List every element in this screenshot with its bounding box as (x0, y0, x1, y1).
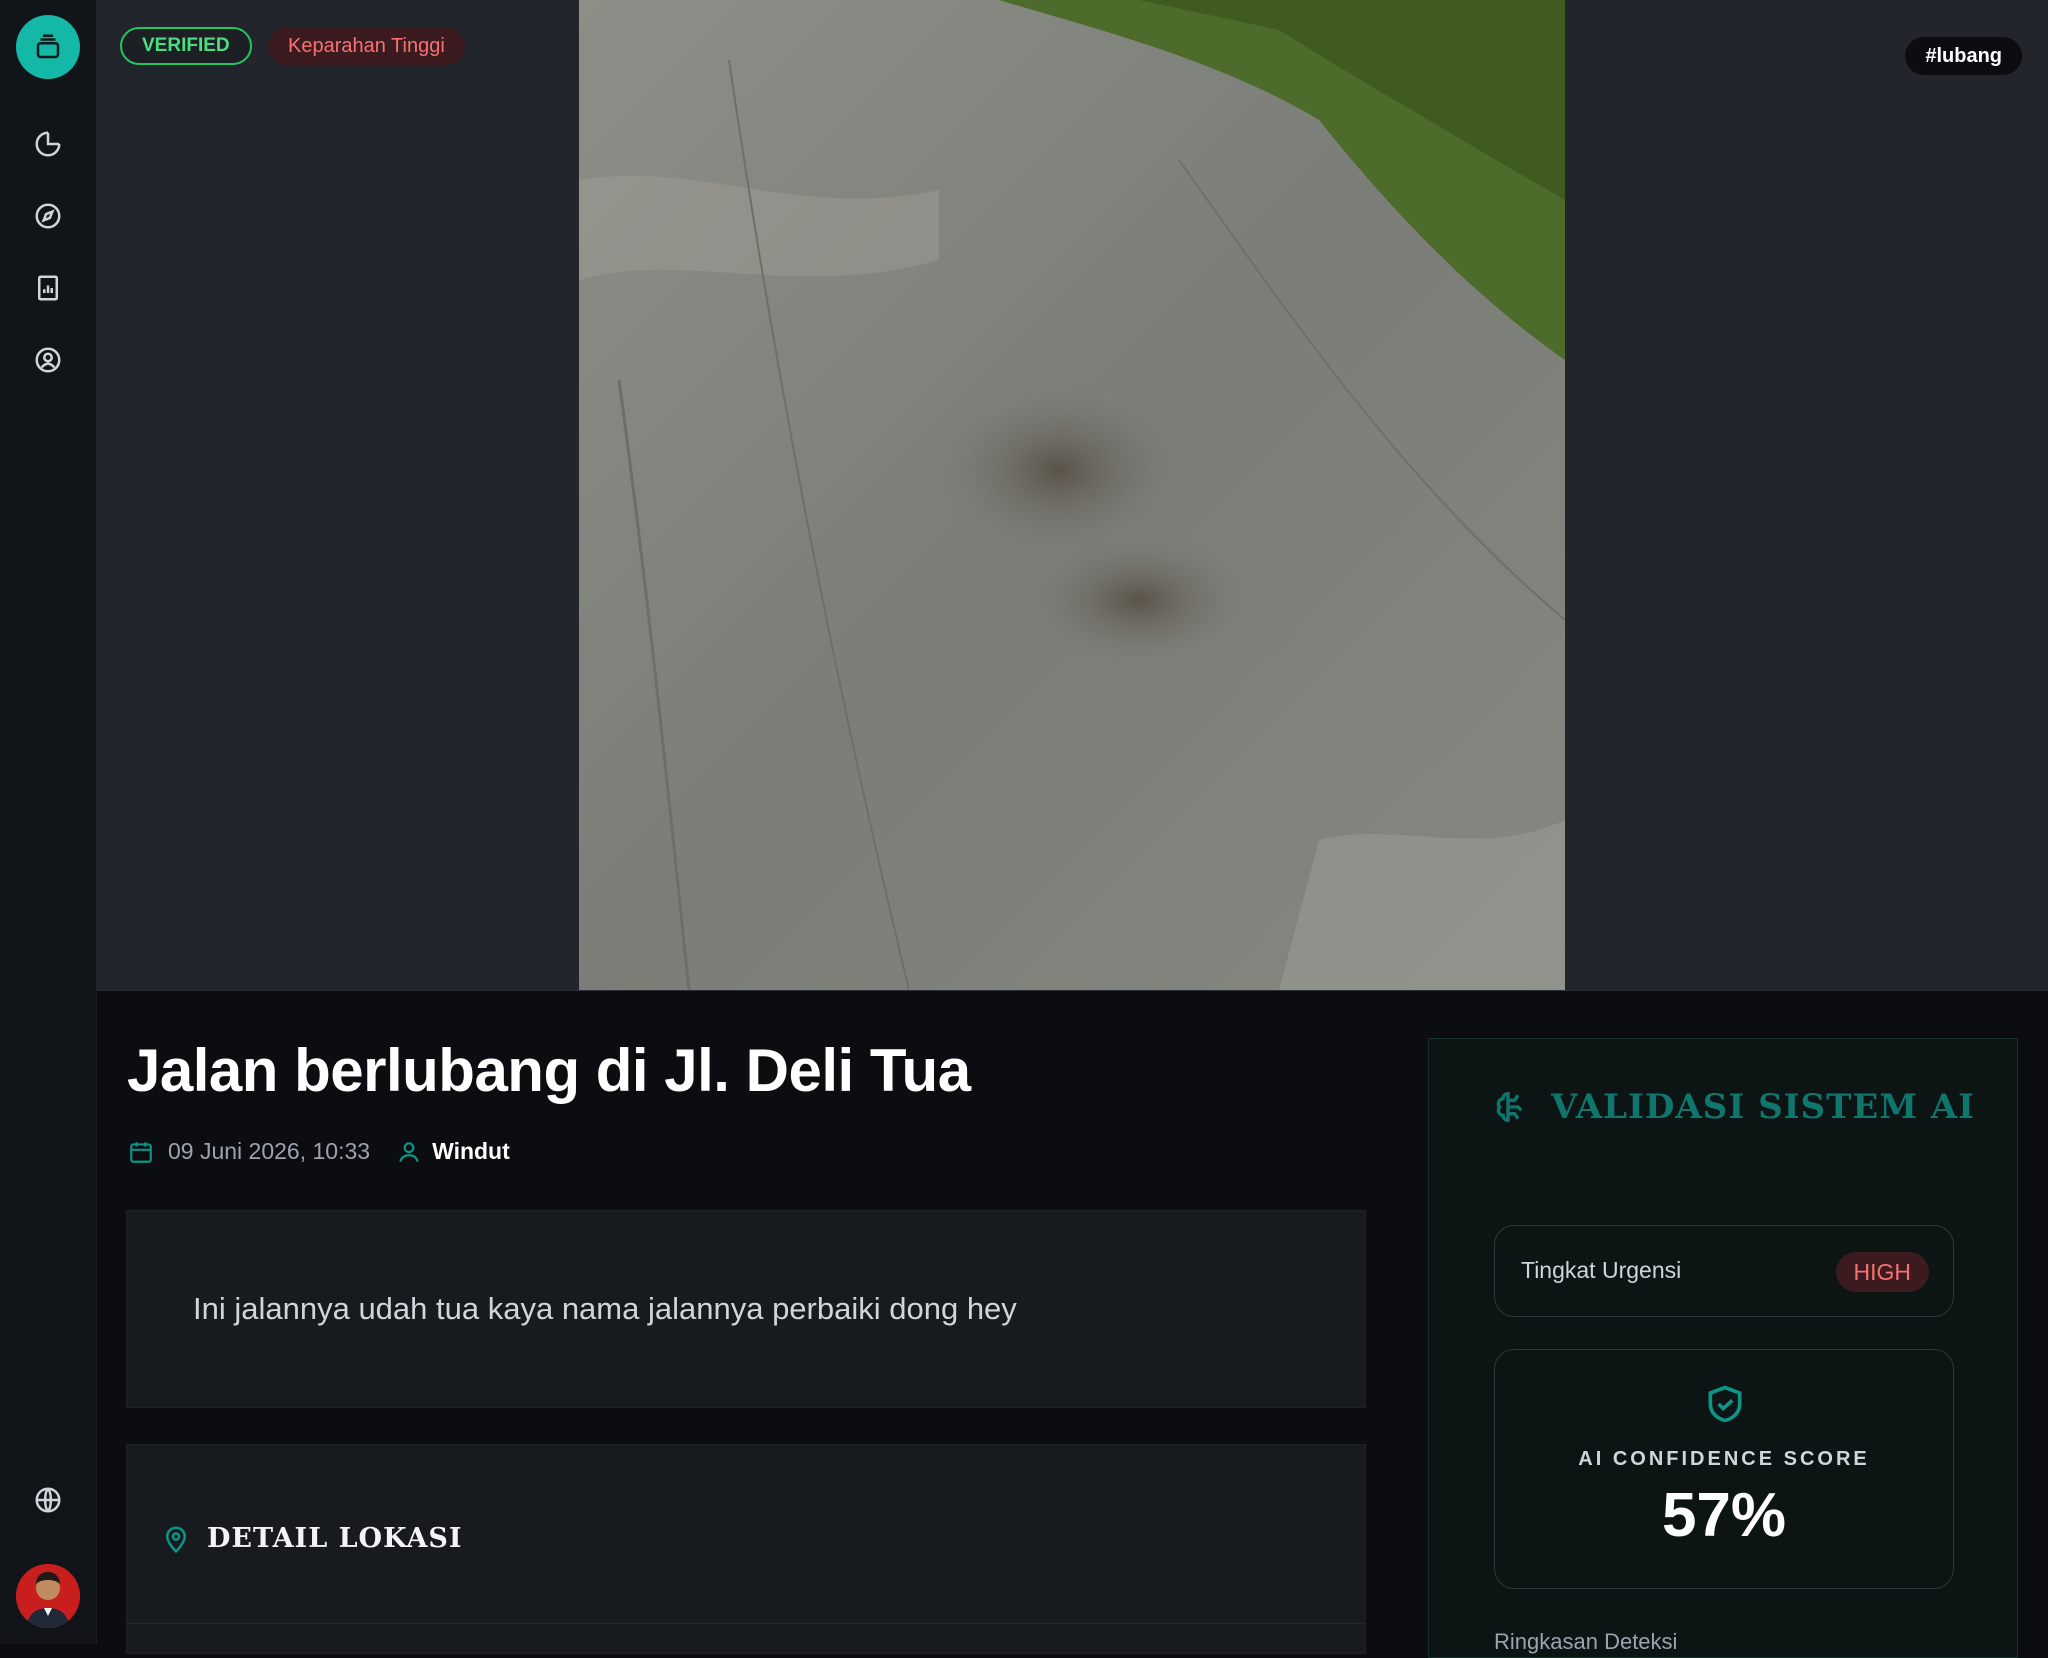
ai-validation-panel: VALIDASI SISTEM AI Tingkat Urgensi HIGH … (1428, 1038, 2018, 1658)
user-icon (399, 1141, 419, 1162)
ai-heading-row: VALIDASI SISTEM AI (1493, 1087, 1975, 1127)
report-author[interactable]: Windut (432, 1138, 510, 1165)
location-heading-row: DETAIL LOKASI (161, 1523, 463, 1554)
pie-chart-icon (35, 131, 61, 157)
urgency-card: Tingkat Urgensi HIGH (1494, 1225, 1954, 1317)
globe-icon (35, 1487, 61, 1513)
description-card: Ini jalannya udah tua kaya nama jalannya… (126, 1210, 1366, 1408)
urgency-label: Tingkat Urgensi (1521, 1257, 1682, 1283)
app-logo[interactable] (16, 15, 80, 79)
category-tag[interactable]: #lubang (1905, 37, 2022, 75)
report-date: 09 Juni 2026, 10:33 (168, 1138, 371, 1164)
layers-icon (36, 34, 60, 59)
language-button[interactable] (28, 1480, 68, 1520)
severity-badge: Keparahan Tinggi (268, 27, 465, 65)
confidence-card: AI CONFIDENCE SCORE 57% (1494, 1349, 1954, 1589)
brain-icon (1496, 1091, 1523, 1123)
confidence-value: 57% (1661, 1481, 1787, 1550)
ai-heading: VALIDASI SISTEM AI (1551, 1087, 1976, 1127)
report-icon (38, 275, 58, 301)
confidence-label: AI CONFIDENCE SCORE (1578, 1448, 1870, 1470)
report-meta: 09 Juni 2026, 10:33 Windut (128, 1138, 510, 1165)
sidebar-item-navigate[interactable] (28, 196, 68, 236)
status-badge: VERIFIED (120, 27, 252, 65)
user-avatar-image (16, 1564, 80, 1628)
page-title: Jalan berlubang di Jl. Deli Tua (127, 1037, 971, 1104)
sidebar-item-reports[interactable] (28, 268, 68, 308)
avatar[interactable] (16, 1564, 80, 1628)
divider (127, 1623, 1365, 1624)
compass-icon (35, 203, 61, 229)
location-card: DETAIL LOKASI (126, 1444, 1366, 1654)
sidebar (0, 0, 97, 1644)
sidebar-item-profile[interactable] (28, 340, 68, 380)
report-description: Ini jalannya udah tua kaya nama jalannya… (193, 1291, 1017, 1326)
location-heading: DETAIL LOKASI (207, 1523, 463, 1554)
calendar-icon (130, 1141, 152, 1163)
ai-footer-text: Ringkasan Deteksi (1494, 1629, 1678, 1654)
hero-section: VERIFIED Keparahan Tinggi #lubang (96, 0, 2048, 991)
pothole-photo-image (579, 0, 1565, 990)
map-pin-icon (165, 1526, 187, 1553)
user-circle-icon (35, 347, 61, 373)
urgency-badge: HIGH (1835, 1252, 1929, 1292)
report-photo[interactable] (579, 0, 1565, 990)
sidebar-item-dashboard[interactable] (28, 124, 68, 164)
shield-check-icon (1708, 1385, 1742, 1423)
